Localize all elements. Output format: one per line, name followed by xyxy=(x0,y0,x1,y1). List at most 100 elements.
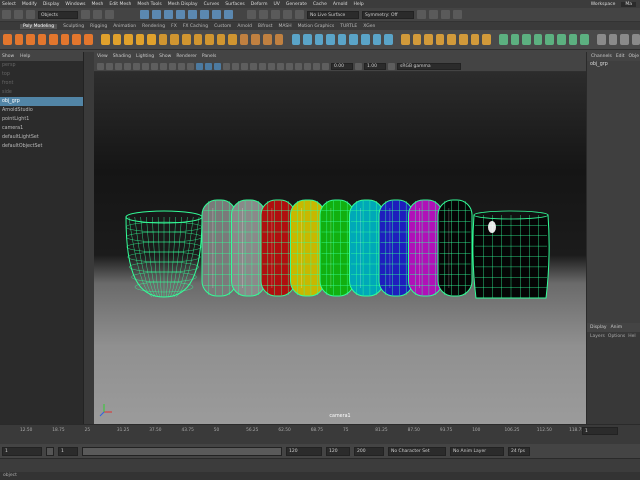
exposure-field[interactable]: 0.00 xyxy=(331,62,353,70)
shelf-tool-icon[interactable] xyxy=(100,34,110,45)
outliner-item[interactable]: pointLight1 xyxy=(0,115,83,124)
xray-joints-icon[interactable] xyxy=(304,62,311,70)
menu-cache[interactable]: Cache xyxy=(313,2,327,7)
outliner-item[interactable]: side xyxy=(0,88,83,97)
shelf-tool-icon[interactable] xyxy=(447,34,456,45)
shelf-tool-icon[interactable] xyxy=(372,34,382,45)
help-menu[interactable]: Hel xyxy=(628,334,635,339)
shelf-tool-icon[interactable] xyxy=(14,34,24,45)
menu-display[interactable]: Display xyxy=(43,2,60,7)
menu-curves[interactable]: Curves xyxy=(204,2,220,7)
resolution-gate-icon[interactable] xyxy=(151,62,158,70)
menu-help[interactable]: Help xyxy=(353,2,363,7)
menu-windows[interactable]: Windows xyxy=(65,2,85,7)
display-layers-tab[interactable]: Display xyxy=(590,325,607,330)
edit-menu[interactable]: Edit xyxy=(616,54,625,59)
shelf-tab-fx[interactable]: FX xyxy=(171,24,177,29)
shelf-tool-icon[interactable] xyxy=(631,34,640,45)
menu-deform[interactable]: Deform xyxy=(251,2,268,7)
shelf-tool-icon[interactable] xyxy=(568,34,578,45)
object-ring-cyan[interactable] xyxy=(349,199,384,297)
command-line[interactable] xyxy=(0,458,640,472)
shelf-tool-icon[interactable] xyxy=(337,34,347,45)
object-ring-green[interactable] xyxy=(319,199,355,297)
shelf-tool-icon[interactable] xyxy=(274,34,284,45)
viewport-menu-panels[interactable]: Panels xyxy=(202,54,216,59)
motion-blur-icon[interactable] xyxy=(259,62,266,70)
shelf-tool-icon[interactable] xyxy=(3,34,12,45)
shelf-tab-mash[interactable]: MASH xyxy=(278,24,291,29)
viewport-menu-show[interactable]: Show xyxy=(159,54,171,59)
image-plane-icon[interactable] xyxy=(124,62,131,70)
shelf-tool-icon[interactable] xyxy=(459,34,468,45)
render-frame-icon[interactable] xyxy=(417,10,426,19)
shelf-tab-turtle[interactable]: TURTLE xyxy=(340,24,357,29)
shelf-tab-fx-caching[interactable]: FX Caching xyxy=(183,24,208,29)
smooth-shade-icon[interactable] xyxy=(205,62,212,70)
shelf-tool-icon[interactable] xyxy=(112,34,122,45)
camera-attributes-icon[interactable] xyxy=(106,62,113,70)
shelf-tool-icon[interactable] xyxy=(482,34,491,45)
shelf-tool-icon[interactable] xyxy=(72,34,82,45)
menu-arnold[interactable]: Arnold xyxy=(333,2,348,7)
animation-end-inner-field[interactable]: 120 xyxy=(326,446,350,456)
time-slider[interactable]: 12.50 18.75 25 31.25 37.50 43.75 50 56.25 62.50 6… xyxy=(0,424,640,444)
shelf-tab-arnold[interactable]: Arnold xyxy=(237,24,252,29)
select-by-surface-icon[interactable] xyxy=(176,10,185,19)
menu-edit-mesh[interactable]: Edit Mesh xyxy=(109,2,131,7)
bookmark-icon[interactable] xyxy=(115,62,122,70)
snap-grid-icon[interactable] xyxy=(247,10,256,19)
shelf-tool-icon[interactable] xyxy=(522,34,531,45)
shelf-tool-icon[interactable] xyxy=(533,34,543,45)
outliner-item[interactable]: front xyxy=(0,79,83,88)
snap-curve-icon[interactable] xyxy=(259,10,268,19)
shelf-tool-icon[interactable] xyxy=(556,34,566,45)
shelf-tool-icon[interactable] xyxy=(545,34,554,45)
shelf-tool-icon[interactable] xyxy=(263,34,272,45)
wireframe-icon[interactable] xyxy=(196,62,203,70)
shelf-tool-icon[interactable] xyxy=(147,34,156,45)
render-ipr-icon[interactable] xyxy=(429,10,438,19)
menu-mesh-display[interactable]: Mesh Display xyxy=(168,2,198,7)
shelf-tool-icon[interactable] xyxy=(597,34,606,45)
shelf-tab-sculpting[interactable]: Sculpting xyxy=(63,24,84,29)
gate-mask-icon[interactable] xyxy=(160,62,167,70)
fps-dropdown[interactable]: 24 fps xyxy=(508,446,530,456)
shelf-tab-xgen[interactable]: XGen xyxy=(363,24,375,29)
shelf-tool-icon[interactable] xyxy=(384,34,393,45)
shelf-tool-icon[interactable] xyxy=(510,34,520,45)
wireframe-on-shaded-icon[interactable] xyxy=(214,62,221,70)
outliner-item[interactable]: defaultLightSet xyxy=(0,133,83,142)
live-surface-field[interactable]: No Live Surface xyxy=(307,10,359,19)
shelf-tab-animation[interactable]: Animation xyxy=(113,24,136,29)
outliner-item[interactable]: ArnoldStudio xyxy=(0,106,83,115)
menu-uv[interactable]: UV xyxy=(273,2,279,7)
select-by-curve-icon[interactable] xyxy=(164,10,173,19)
shelf-tool-icon[interactable] xyxy=(170,34,180,45)
select-by-misc-icon[interactable] xyxy=(224,10,233,19)
shelf-tool-icon[interactable] xyxy=(60,34,70,45)
range-start-handle[interactable] xyxy=(46,446,54,456)
shelf-tool-icon[interactable] xyxy=(424,34,433,45)
snap-point-icon[interactable] xyxy=(271,10,280,19)
select-by-joint-icon[interactable] xyxy=(152,10,161,19)
shelf-tab-bifrost[interactable]: Bifrost xyxy=(258,24,273,29)
object-ring-white-1[interactable] xyxy=(201,199,237,297)
shelf-tool-icon[interactable] xyxy=(135,34,145,45)
component-mode-icon[interactable] xyxy=(105,10,114,19)
hypershade-icon[interactable] xyxy=(453,10,462,19)
shelf-tool-icon[interactable] xyxy=(401,34,410,45)
object-menu[interactable]: Obje xyxy=(629,54,639,59)
shelf-tab-poly-modeling[interactable]: Poly Modeling xyxy=(20,23,58,29)
playback-end-field[interactable]: 120 xyxy=(286,446,322,456)
anim-layers-tab[interactable]: Anim xyxy=(611,325,623,330)
shelf-tool-icon[interactable] xyxy=(435,34,445,45)
open-scene-icon[interactable] xyxy=(14,10,23,19)
shelf-tool-icon[interactable] xyxy=(608,34,618,45)
select-camera-icon[interactable] xyxy=(97,62,104,70)
options-menu[interactable]: Options xyxy=(608,334,625,339)
bowl-wireframe[interactable] xyxy=(125,210,203,298)
range-slider[interactable] xyxy=(82,446,282,456)
new-scene-icon[interactable] xyxy=(2,10,11,19)
shelf-tool-icon[interactable] xyxy=(361,34,370,45)
